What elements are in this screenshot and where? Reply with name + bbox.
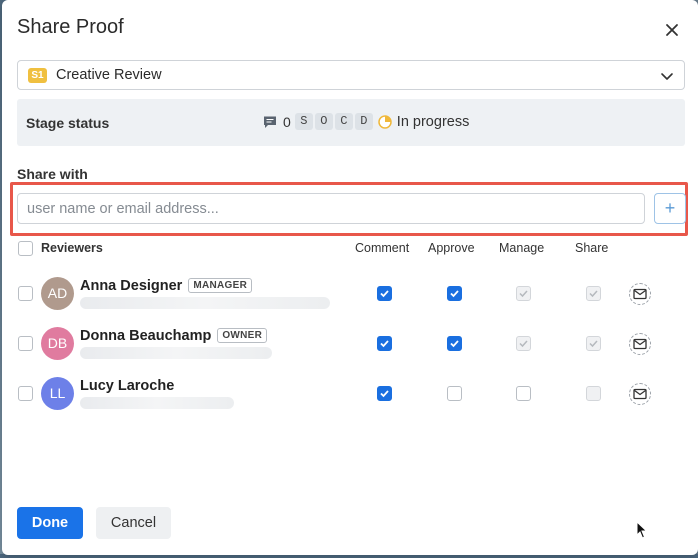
row-select-checkbox[interactable] (18, 286, 33, 301)
close-button[interactable] (662, 20, 682, 40)
reviewer-name-text: Donna Beauchamp (80, 328, 212, 344)
column-share: Share (575, 241, 609, 255)
send-email-button[interactable] (629, 383, 651, 405)
add-reviewer-button[interactable]: + (654, 193, 686, 224)
send-email-button[interactable] (629, 283, 651, 305)
approve-checkbox[interactable] (447, 286, 462, 301)
approve-checkbox[interactable] (447, 336, 462, 351)
avatar: LL (41, 377, 74, 410)
stage-dropdown-label: Creative Review (56, 67, 162, 83)
share-checkbox[interactable] (586, 336, 601, 351)
comment-icon (264, 116, 276, 128)
status-letter-o: O (314, 113, 333, 130)
cancel-button[interactable]: Cancel (96, 507, 171, 539)
share-checkbox[interactable] (586, 386, 601, 401)
mail-icon (633, 338, 647, 350)
manage-checkbox[interactable] (516, 336, 531, 351)
status-letter-c: C (334, 113, 353, 130)
reviewer-email-redacted (80, 397, 234, 409)
checkmark-icon (589, 340, 598, 348)
checkmark-icon (380, 340, 389, 348)
status-letter-d: D (354, 113, 373, 130)
checkmark-icon (380, 390, 389, 398)
checkmark-icon (589, 290, 598, 298)
checkmark-icon (450, 340, 459, 348)
close-icon (666, 24, 678, 36)
column-manage: Manage (499, 241, 545, 255)
avatar: AD (41, 277, 74, 310)
comment-checkbox[interactable] (377, 386, 392, 401)
progress-label: In progress (396, 113, 470, 130)
stage-status-label: Stage status (26, 115, 110, 131)
row-select-checkbox[interactable] (18, 336, 33, 351)
in-progress-icon (378, 114, 392, 129)
stage-dropdown[interactable]: S1 Creative Review (17, 60, 685, 90)
status-letter-s: S (294, 113, 313, 130)
reviewer-email-redacted (80, 297, 330, 309)
dialog-title: Share Proof (17, 16, 124, 38)
done-button[interactable]: Done (17, 507, 83, 539)
column-approve: Approve (428, 241, 475, 255)
reviewer-name: Lucy Laroche (80, 378, 175, 394)
share-with-label: Share with (17, 166, 88, 182)
select-all-checkbox[interactable] (18, 241, 33, 256)
checkmark-icon (450, 290, 459, 298)
approve-checkbox[interactable] (447, 386, 462, 401)
share-proof-dialog: Share Proof S1 Creative Review Stage sta… (2, 0, 698, 555)
comment-count: 0 (283, 113, 291, 130)
mouse-cursor-icon (636, 521, 648, 539)
reviewer-name: Anna Designer MANAGER (80, 278, 253, 294)
share-checkbox[interactable] (586, 286, 601, 301)
share-search-input[interactable] (17, 193, 645, 224)
stage-badge: S1 (28, 67, 47, 83)
chevron-down-icon (661, 73, 673, 80)
avatar: DB (41, 327, 74, 360)
reviewer-email-redacted (80, 347, 272, 359)
comment-checkbox[interactable] (377, 336, 392, 351)
stage-status-values: 0 S O C D In progress (263, 113, 469, 130)
comment-checkbox[interactable] (377, 286, 392, 301)
mail-icon (633, 388, 647, 400)
role-badge: OWNER (217, 328, 268, 343)
mail-icon (633, 288, 647, 300)
role-badge: MANAGER (188, 278, 253, 293)
row-select-checkbox[interactable] (18, 386, 33, 401)
reviewer-name-text: Anna Designer (80, 278, 183, 294)
checkmark-icon (519, 290, 528, 298)
reviewer-name: Donna Beauchamp OWNER (80, 328, 268, 344)
checkmark-icon (519, 340, 528, 348)
send-email-button[interactable] (629, 333, 651, 355)
manage-checkbox[interactable] (516, 286, 531, 301)
column-comment: Comment (355, 241, 410, 255)
stage-status-panel: Stage status 0 S O C D In progress (17, 99, 685, 146)
manage-checkbox[interactable] (516, 386, 531, 401)
column-reviewers: Reviewers (41, 241, 103, 255)
checkmark-icon (380, 290, 389, 298)
